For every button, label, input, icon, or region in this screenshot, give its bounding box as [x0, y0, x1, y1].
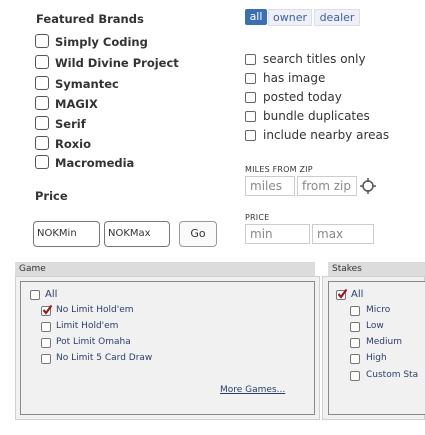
price-label: PRICE	[245, 213, 270, 222]
zip-input[interactable]: from zip	[297, 176, 357, 196]
more-games-link[interactable]: More Games...	[220, 385, 285, 395]
game-label: Limit Hold'em	[56, 321, 119, 331]
price-min-input[interactable]: NOKMin	[33, 221, 100, 247]
locate-icon[interactable]	[360, 178, 376, 194]
game-label: No Limit Hold'em	[56, 305, 134, 315]
option-label: posted today	[263, 90, 342, 104]
game-checkbox-5-card-draw[interactable]	[41, 354, 51, 364]
brand-label: Macromedia	[55, 156, 135, 170]
tab-dealer[interactable]: dealer	[314, 9, 360, 26]
brand-checkbox-roxio[interactable]	[35, 136, 49, 150]
option-checkbox-posted-today[interactable]	[245, 92, 256, 103]
option-checkbox-bundle-duplicates[interactable]	[245, 111, 256, 122]
stakes-label: Low	[366, 321, 384, 331]
brand-checkbox-macromedia[interactable]	[35, 155, 49, 169]
brand-checkbox-symantec[interactable]	[35, 76, 49, 90]
game-label: All	[45, 289, 58, 300]
stakes-list-box	[328, 281, 425, 415]
stakes-label: Medium	[366, 337, 402, 347]
go-button[interactable]: Go	[179, 221, 217, 247]
game-label: Pot Limit Omaha	[56, 337, 131, 347]
stakes-checkbox-all[interactable]	[336, 289, 347, 300]
game-checkbox-no-limit-holdem[interactable]	[41, 305, 52, 316]
brand-checkbox-serif[interactable]	[35, 116, 49, 130]
brand-checkbox-wild-divine[interactable]	[35, 55, 49, 69]
miles-from-zip-label: MILES FROM ZIP	[245, 165, 313, 174]
stakes-label: Custom Sta	[366, 370, 419, 380]
brand-label: Simply Coding	[55, 35, 148, 49]
price-max-input[interactable]: NOKMax	[104, 221, 170, 247]
stakes-checkbox-micro[interactable]	[350, 306, 360, 316]
tab-all[interactable]: all	[245, 9, 267, 25]
stakes-label: High	[366, 353, 387, 363]
brand-label: Serif	[55, 117, 86, 131]
option-checkbox-has-image[interactable]	[245, 73, 256, 84]
option-checkbox-titles-only[interactable]	[245, 54, 256, 65]
brand-label: MAGIX	[55, 97, 98, 111]
option-label: bundle duplicates	[263, 109, 370, 123]
brand-label: Roxio	[55, 137, 92, 151]
price-min-field[interactable]: min	[245, 224, 310, 244]
stakes-checkbox-medium[interactable]	[350, 338, 360, 348]
brand-checkbox-simply-coding[interactable]	[35, 34, 49, 48]
game-panel-header: Game	[15, 262, 315, 276]
check-icon	[337, 289, 347, 299]
brand-label: Wild Divine Project	[55, 56, 179, 70]
option-label: has image	[263, 71, 326, 85]
miles-input[interactable]: miles	[245, 176, 295, 196]
check-icon	[42, 305, 52, 315]
price-title: Price	[35, 189, 68, 203]
option-checkbox-nearby-areas[interactable]	[245, 130, 256, 141]
stakes-panel-header: Stakes	[328, 262, 425, 276]
tab-owner[interactable]: owner	[268, 9, 312, 26]
option-label: search titles only	[263, 52, 366, 66]
brand-checkbox-magix[interactable]	[35, 96, 49, 110]
game-label: No Limit 5 Card Draw	[56, 353, 153, 363]
game-checkbox-pot-limit-omaha[interactable]	[41, 338, 51, 348]
game-checkbox-all[interactable]	[30, 290, 40, 300]
brand-label: Symantec	[55, 77, 119, 91]
featured-brands-title: Featured Brands	[36, 12, 144, 26]
stakes-checkbox-custom[interactable]	[350, 371, 360, 381]
stakes-checkbox-high[interactable]	[350, 354, 360, 364]
option-label: include nearby areas	[263, 128, 390, 142]
stakes-label: Micro	[366, 305, 391, 315]
stakes-checkbox-low[interactable]	[350, 322, 360, 332]
price-max-field[interactable]: max	[312, 224, 374, 244]
game-checkbox-limit-holdem[interactable]	[41, 322, 51, 332]
stakes-label: All	[351, 289, 364, 300]
